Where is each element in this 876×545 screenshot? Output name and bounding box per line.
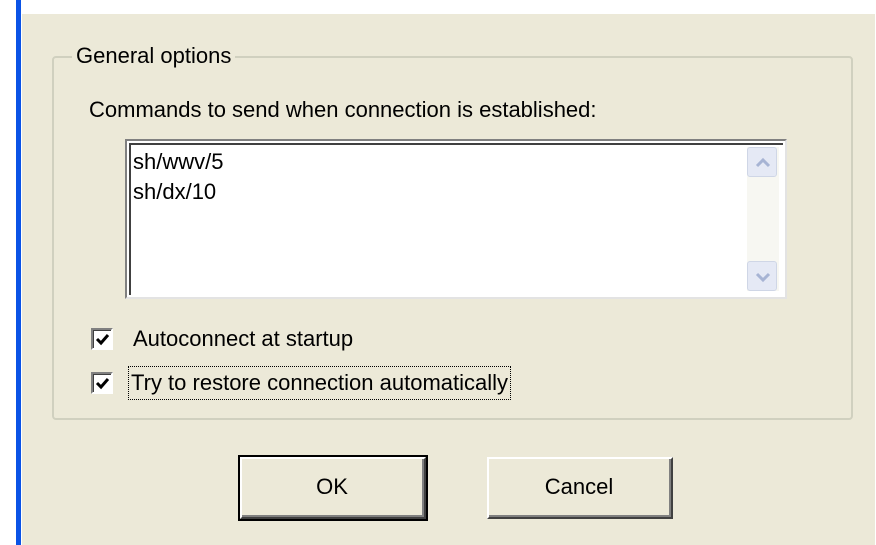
commands-label: Commands to send when connection is esta…	[89, 97, 597, 122]
autoconnect-checkbox[interactable]	[91, 328, 113, 350]
group-title: General options	[72, 42, 236, 70]
restore-connection-checkbox[interactable]	[91, 372, 113, 394]
restore-connection-option[interactable]: Try to restore connection automatically	[91, 366, 512, 400]
checkmark-icon	[95, 378, 110, 390]
dialog-window: General options Commands to send when co…	[0, 0, 876, 545]
chevron-up-icon	[755, 157, 771, 168]
textarea-inner-border	[129, 143, 783, 295]
window-left-border	[0, 0, 22, 545]
cancel-button-label: Cancel	[489, 459, 671, 517]
restore-connection-label[interactable]: Try to restore connection automatically	[127, 366, 512, 400]
scroll-down-button[interactable]	[747, 261, 777, 291]
ok-button[interactable]: OK	[238, 455, 428, 521]
autoconnect-option[interactable]: Autoconnect at startup	[91, 325, 353, 353]
cancel-button[interactable]: Cancel	[487, 457, 673, 519]
window-top-strip	[22, 0, 876, 14]
autoconnect-label[interactable]: Autoconnect at startup	[133, 325, 353, 353]
chevron-down-icon	[755, 272, 771, 283]
ok-button-label: OK	[242, 459, 424, 517]
vertical-scrollbar[interactable]	[747, 147, 779, 291]
checkmark-icon	[95, 334, 110, 346]
scroll-up-button[interactable]	[747, 147, 777, 177]
commands-textarea[interactable]: sh/wwv/5 sh/dx/10	[125, 139, 787, 299]
commands-text[interactable]: sh/wwv/5 sh/dx/10	[133, 147, 223, 207]
